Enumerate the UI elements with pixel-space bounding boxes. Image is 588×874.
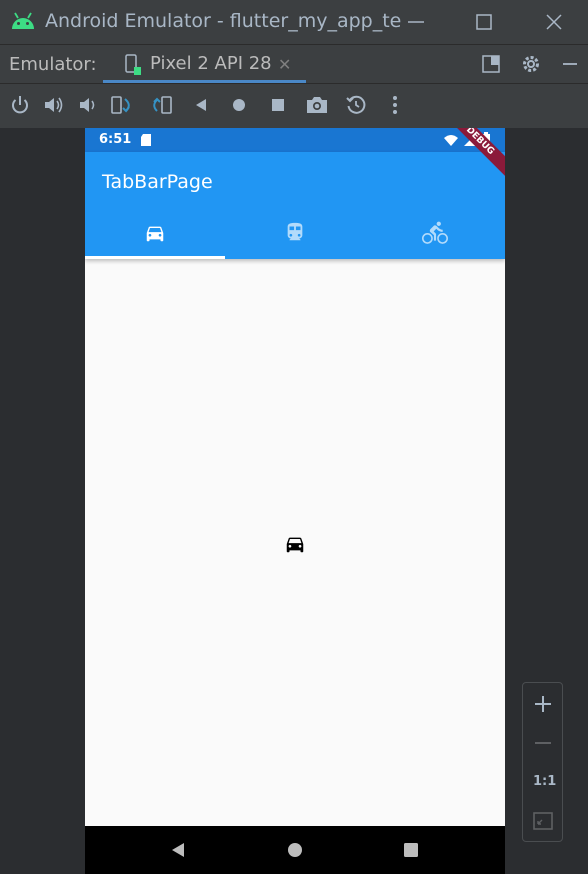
tab-indicator xyxy=(85,256,225,259)
screenshot-icon[interactable] xyxy=(305,94,329,116)
android-icon xyxy=(12,12,34,29)
system-nav-bar xyxy=(85,826,505,874)
emulator-label: Emulator: xyxy=(9,54,97,75)
overview-icon[interactable] xyxy=(267,94,289,116)
tab-bar xyxy=(85,208,505,259)
zoom-out-icon[interactable] xyxy=(531,731,555,755)
nav-overview-icon[interactable] xyxy=(402,841,420,859)
actual-size-button[interactable]: 1:1 xyxy=(533,774,556,789)
fit-screen-icon[interactable] xyxy=(531,809,555,833)
close-icon[interactable] xyxy=(542,10,566,34)
layout-icon[interactable] xyxy=(481,54,501,74)
status-time: 6:51 xyxy=(99,132,132,147)
car-icon xyxy=(286,537,304,553)
more-icon[interactable] xyxy=(384,94,406,116)
home-icon[interactable] xyxy=(228,94,250,116)
volume-down-icon[interactable] xyxy=(77,94,99,116)
device-tab[interactable]: Pixel 2 API 28 ✕ xyxy=(103,45,306,83)
device-screen[interactable]: 6:51 TabBarPage DEBUG xyxy=(85,128,505,874)
zoom-controls: 1:1 xyxy=(522,682,563,842)
page-title: TabBarPage xyxy=(102,171,213,193)
device-tab-label: Pixel 2 API 28 xyxy=(150,53,272,74)
maximize-icon[interactable] xyxy=(472,10,496,34)
volume-up-icon[interactable] xyxy=(42,94,64,116)
sd-card-icon xyxy=(141,134,151,146)
rotate-right-icon[interactable] xyxy=(148,94,174,116)
snapshot-icon[interactable] xyxy=(345,94,367,116)
tab-bike[interactable] xyxy=(365,208,505,259)
tab-car[interactable] xyxy=(85,208,225,259)
tab-close-icon[interactable]: ✕ xyxy=(278,55,291,74)
app-bar: TabBarPage xyxy=(85,152,505,259)
window-titlebar: Android Emulator - flutter_my_app_te xyxy=(0,0,588,44)
wifi-icon xyxy=(444,135,458,146)
status-bar: 6:51 xyxy=(85,128,505,152)
emulator-tabbar: Emulator: Pixel 2 API 28 ✕ xyxy=(0,44,588,84)
rotate-left-icon[interactable] xyxy=(109,94,135,116)
tab-train[interactable] xyxy=(225,208,365,259)
power-icon[interactable] xyxy=(9,94,31,116)
nav-home-icon[interactable] xyxy=(286,841,304,859)
car-icon xyxy=(146,226,164,242)
hide-icon[interactable] xyxy=(560,54,580,74)
gear-icon[interactable] xyxy=(520,53,542,75)
device-icon xyxy=(125,54,141,75)
nav-back-icon[interactable] xyxy=(169,841,187,859)
train-icon xyxy=(287,222,303,241)
zoom-in-icon[interactable] xyxy=(531,692,555,716)
bike-icon xyxy=(422,221,448,244)
emulator-toolbar xyxy=(0,84,588,128)
back-icon[interactable] xyxy=(190,94,212,116)
minimize-icon[interactable] xyxy=(404,10,428,34)
window-title: Android Emulator - flutter_my_app_te xyxy=(45,10,402,32)
